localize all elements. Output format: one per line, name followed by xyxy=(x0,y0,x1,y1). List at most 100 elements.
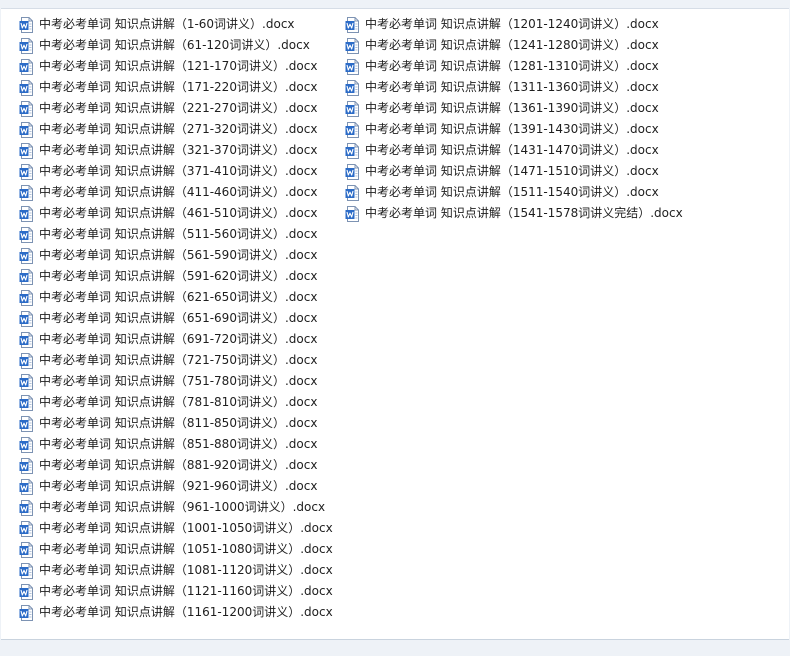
file-item[interactable]: 中考必考单词 知识点讲解（61-120词讲义）.docx xyxy=(19,35,333,56)
word-document-icon xyxy=(19,541,33,558)
word-document-icon xyxy=(19,457,33,474)
word-document-icon xyxy=(19,394,33,411)
file-name-label: 中考必考单词 知识点讲解（321-370词讲义）.docx xyxy=(39,143,318,157)
file-item[interactable]: 中考必考单词 知识点讲解（511-560词讲义）.docx xyxy=(19,224,333,245)
word-document-icon xyxy=(19,37,33,54)
file-item[interactable]: 中考必考单词 知识点讲解（621-650词讲义）.docx xyxy=(19,287,333,308)
file-item[interactable]: 中考必考单词 知识点讲解（1391-1430词讲义）.docx xyxy=(345,119,683,140)
file-name-label: 中考必考单词 知识点讲解（1161-1200词讲义）.docx xyxy=(39,605,333,619)
word-document-icon xyxy=(19,583,33,600)
word-document-icon xyxy=(19,289,33,306)
file-name-label: 中考必考单词 知识点讲解（411-460词讲义）.docx xyxy=(39,185,318,199)
file-name-label: 中考必考单词 知识点讲解（561-590词讲义）.docx xyxy=(39,248,318,262)
file-name-label: 中考必考单词 知识点讲解（961-1000词讲义）.docx xyxy=(39,500,326,514)
word-document-icon xyxy=(19,499,33,516)
file-name-label: 中考必考单词 知识点讲解（851-880词讲义）.docx xyxy=(39,437,318,451)
file-item[interactable]: 中考必考单词 知识点讲解（921-960词讲义）.docx xyxy=(19,476,333,497)
file-item[interactable]: 中考必考单词 知识点讲解（651-690词讲义）.docx xyxy=(19,308,333,329)
file-item[interactable]: 中考必考单词 知识点讲解（221-270词讲义）.docx xyxy=(19,98,333,119)
file-name-label: 中考必考单词 知识点讲解（1081-1120词讲义）.docx xyxy=(39,563,333,577)
word-document-icon xyxy=(19,163,33,180)
file-name-label: 中考必考单词 知识点讲解（171-220词讲义）.docx xyxy=(39,80,318,94)
file-name-label: 中考必考单词 知识点讲解（1241-1280词讲义）.docx xyxy=(365,38,659,52)
file-item[interactable]: 中考必考单词 知识点讲解（691-720词讲义）.docx xyxy=(19,329,333,350)
word-document-icon xyxy=(19,352,33,369)
file-column-1: 中考必考单词 知识点讲解（1-60词讲义）.docx 中考必考单词 知识点讲解（6… xyxy=(19,14,333,623)
file-item[interactable]: 中考必考单词 知识点讲解（811-850词讲义）.docx xyxy=(19,413,333,434)
file-name-label: 中考必考单词 知识点讲解（1391-1430词讲义）.docx xyxy=(365,122,659,136)
file-name-label: 中考必考单词 知识点讲解（621-650词讲义）.docx xyxy=(39,290,318,304)
word-document-icon xyxy=(19,226,33,243)
word-document-icon xyxy=(19,100,33,117)
file-item[interactable]: 中考必考单词 知识点讲解（781-810词讲义）.docx xyxy=(19,392,333,413)
file-item[interactable]: 中考必考单词 知识点讲解（721-750词讲义）.docx xyxy=(19,350,333,371)
file-item[interactable]: 中考必考单词 知识点讲解（1121-1160词讲义）.docx xyxy=(19,581,333,602)
file-item[interactable]: 中考必考单词 知识点讲解（1201-1240词讲义）.docx xyxy=(345,14,683,35)
word-document-icon xyxy=(19,436,33,453)
file-item[interactable]: 中考必考单词 知识点讲解（1-60词讲义）.docx xyxy=(19,14,333,35)
file-name-label: 中考必考单词 知识点讲解（221-270词讲义）.docx xyxy=(39,101,318,115)
file-name-label: 中考必考单词 知识点讲解（921-960词讲义）.docx xyxy=(39,479,318,493)
file-item[interactable]: 中考必考单词 知识点讲解（1241-1280词讲义）.docx xyxy=(345,35,683,56)
file-item[interactable]: 中考必考单词 知识点讲解（1081-1120词讲义）.docx xyxy=(19,560,333,581)
word-document-icon xyxy=(345,58,359,75)
word-document-icon xyxy=(19,268,33,285)
file-name-label: 中考必考单词 知识点讲解（511-560词讲义）.docx xyxy=(39,227,318,241)
file-item[interactable]: 中考必考单词 知识点讲解（1431-1470词讲义）.docx xyxy=(345,140,683,161)
file-name-label: 中考必考单词 知识点讲解（371-410词讲义）.docx xyxy=(39,164,318,178)
file-item[interactable]: 中考必考单词 知识点讲解（1161-1200词讲义）.docx xyxy=(19,602,333,623)
file-item[interactable]: 中考必考单词 知识点讲解（1001-1050词讲义）.docx xyxy=(19,518,333,539)
file-item[interactable]: 中考必考单词 知识点讲解（1281-1310词讲义）.docx xyxy=(345,56,683,77)
word-document-icon xyxy=(19,58,33,75)
file-item[interactable]: 中考必考单词 知识点讲解（271-320词讲义）.docx xyxy=(19,119,333,140)
file-item[interactable]: 中考必考单词 知识点讲解（1471-1510词讲义）.docx xyxy=(345,161,683,182)
file-name-label: 中考必考单词 知识点讲解（591-620词讲义）.docx xyxy=(39,269,318,283)
file-name-label: 中考必考单词 知识点讲解（1281-1310词讲义）.docx xyxy=(365,59,659,73)
file-item[interactable]: 中考必考单词 知识点讲解（561-590词讲义）.docx xyxy=(19,245,333,266)
file-item[interactable]: 中考必考单词 知识点讲解（461-510词讲义）.docx xyxy=(19,203,333,224)
file-name-label: 中考必考单词 知识点讲解（1511-1540词讲义）.docx xyxy=(365,185,659,199)
file-item[interactable]: 中考必考单词 知识点讲解（751-780词讲义）.docx xyxy=(19,371,333,392)
file-name-label: 中考必考单词 知识点讲解（1431-1470词讲义）.docx xyxy=(365,143,659,157)
file-item[interactable]: 中考必考单词 知识点讲解（591-620词讲义）.docx xyxy=(19,266,333,287)
file-name-label: 中考必考单词 知识点讲解（461-510词讲义）.docx xyxy=(39,206,318,220)
file-name-label: 中考必考单词 知识点讲解（271-320词讲义）.docx xyxy=(39,122,318,136)
file-item[interactable]: 中考必考单词 知识点讲解（881-920词讲义）.docx xyxy=(19,455,333,476)
file-item[interactable]: 中考必考单词 知识点讲解（1541-1578词讲义完结）.docx xyxy=(345,203,683,224)
file-item[interactable]: 中考必考单词 知识点讲解（1511-1540词讲义）.docx xyxy=(345,182,683,203)
word-document-icon xyxy=(19,247,33,264)
file-name-label: 中考必考单词 知识点讲解（811-850词讲义）.docx xyxy=(39,416,318,430)
file-name-label: 中考必考单词 知识点讲解（751-780词讲义）.docx xyxy=(39,374,318,388)
file-item[interactable]: 中考必考单词 知识点讲解（371-410词讲义）.docx xyxy=(19,161,333,182)
word-document-icon xyxy=(19,478,33,495)
word-document-icon xyxy=(345,37,359,54)
file-name-label: 中考必考单词 知识点讲解（651-690词讲义）.docx xyxy=(39,311,318,325)
file-name-label: 中考必考单词 知识点讲解（1201-1240词讲义）.docx xyxy=(365,17,659,31)
word-document-icon xyxy=(345,205,359,222)
file-name-label: 中考必考单词 知识点讲解（1001-1050词讲义）.docx xyxy=(39,521,333,535)
file-item[interactable]: 中考必考单词 知识点讲解（121-170词讲义）.docx xyxy=(19,56,333,77)
word-document-icon xyxy=(345,121,359,138)
file-item[interactable]: 中考必考单词 知识点讲解（1051-1080词讲义）.docx xyxy=(19,539,333,560)
file-item[interactable]: 中考必考单词 知识点讲解（411-460词讲义）.docx xyxy=(19,182,333,203)
word-document-icon xyxy=(19,373,33,390)
file-column-2: 中考必考单词 知识点讲解（1201-1240词讲义）.docx 中考必考单词 知识… xyxy=(345,14,683,224)
file-name-label: 中考必考单词 知识点讲解（691-720词讲义）.docx xyxy=(39,332,318,346)
word-document-icon xyxy=(345,79,359,96)
file-list-pane: 中考必考单词 知识点讲解（1-60词讲义）.docx 中考必考单词 知识点讲解（6… xyxy=(1,8,789,640)
word-document-icon xyxy=(19,205,33,222)
word-document-icon xyxy=(19,604,33,621)
file-name-label: 中考必考单词 知识点讲解（1311-1360词讲义）.docx xyxy=(365,80,659,94)
word-document-icon xyxy=(19,331,33,348)
file-name-label: 中考必考单词 知识点讲解（1471-1510词讲义）.docx xyxy=(365,164,659,178)
file-item[interactable]: 中考必考单词 知识点讲解（961-1000词讲义）.docx xyxy=(19,497,333,518)
file-item[interactable]: 中考必考单词 知识点讲解（171-220词讲义）.docx xyxy=(19,77,333,98)
file-name-label: 中考必考单词 知识点讲解（881-920词讲义）.docx xyxy=(39,458,318,472)
file-item[interactable]: 中考必考单词 知识点讲解（1311-1360词讲义）.docx xyxy=(345,77,683,98)
file-item[interactable]: 中考必考单词 知识点讲解（1361-1390词讲义）.docx xyxy=(345,98,683,119)
word-document-icon xyxy=(345,184,359,201)
file-name-label: 中考必考单词 知识点讲解（721-750词讲义）.docx xyxy=(39,353,318,367)
file-item[interactable]: 中考必考单词 知识点讲解（851-880词讲义）.docx xyxy=(19,434,333,455)
word-document-icon xyxy=(19,184,33,201)
file-item[interactable]: 中考必考单词 知识点讲解（321-370词讲义）.docx xyxy=(19,140,333,161)
